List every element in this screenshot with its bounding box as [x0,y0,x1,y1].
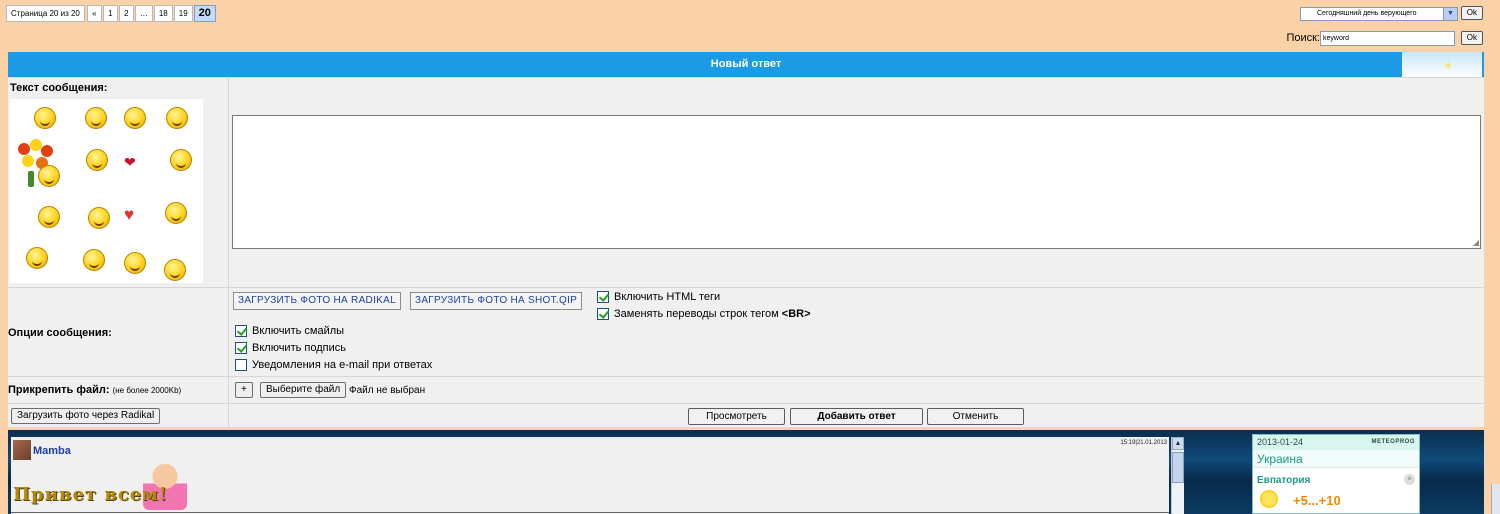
day-ok-button[interactable]: Ok [1460,6,1483,20]
upload-via-radikal-button[interactable]: Загрузить фото через Radikal [11,408,161,424]
search-label: Поиск: [1286,32,1320,44]
heart-icon[interactable]: ♥ [124,206,134,223]
search-input[interactable] [1320,31,1455,46]
scroll-up-icon[interactable]: ▲ [1172,437,1184,450]
smiley-icon[interactable] [170,149,192,171]
pagination-page[interactable]: 18 [153,5,173,22]
pagination-info: Страница 20 из 20 [6,5,85,22]
replace-breaks-label: Заменять переводы строк тегом [614,308,782,320]
upload-shotqip-button[interactable]: ЗАГРУЗИТЬ ФОТО НА SHOT.QIP [410,292,583,310]
sun-icon [1260,490,1278,508]
enable-signature-option[interactable]: Включить подпись [235,342,346,354]
enable-signature-checkbox[interactable] [235,342,247,354]
pagination-page[interactable]: 1 [102,5,118,22]
upload-radikal-button[interactable]: ЗАГРУЗИТЬ ФОТО НА RADIKAL [233,292,401,310]
email-notify-checkbox[interactable] [235,359,247,371]
scroll-thumb[interactable] [1172,452,1184,483]
smiley-icon[interactable] [26,247,48,269]
post-timestamp: 15:19|21.01.2013 [1120,440,1167,446]
pagination-page[interactable]: 19 [173,5,193,22]
header-decoration: ✦ [1402,52,1482,77]
enable-signature-label: Включить подпись [252,342,346,354]
weather-header: 2013-01-24 METEOPROG [1253,435,1419,450]
email-notify-label: Уведомления на e-mail при ответах [252,359,433,371]
post-scrollbar[interactable]: ▲ [1171,437,1184,514]
enable-html-label: Включить HTML теги [614,291,721,303]
attach-note: (не более 2000Kb) [112,386,182,395]
avatar[interactable] [13,440,31,460]
post-divider [11,512,1169,513]
pagination-first[interactable]: « [86,5,102,22]
smiley-icon[interactable] [34,107,56,129]
options-label-col: Опции сообщения: [8,288,229,376]
attach-label-col: Прикрепить файл: (не более 2000Kb) [8,377,229,403]
br-tag-text: <BR> [781,308,811,320]
page-scrollbar[interactable] [1491,484,1500,514]
smiley-icon[interactable] [165,202,187,224]
weather-brand[interactable]: METEOPROG [1371,435,1415,450]
preview-button[interactable]: Просмотреть [688,408,785,425]
form-header: Новый ответ ✦ [8,52,1484,77]
smiley-icon[interactable] [166,107,188,129]
search-ok-button[interactable]: Ok [1460,31,1483,45]
smiley-icon[interactable] [83,249,105,271]
sparkle-icon: ✦ [1444,61,1453,72]
weather-widget: 2013-01-24 METEOPROG Украина Евпатория ×… [1252,434,1420,514]
pagination-ellipsis: … [134,5,153,22]
weather-city: Евпатория [1257,475,1311,486]
enable-smilies-option[interactable]: Включить смайлы [235,325,344,337]
enable-smilies-label: Включить смайлы [252,325,345,337]
bouquet-icon[interactable] [14,139,60,191]
add-file-button[interactable]: + [235,382,253,398]
enable-html-option[interactable]: Включить HTML теги [597,291,720,303]
smiley-icon[interactable] [38,206,60,228]
resize-grip-icon[interactable]: ◢ [1473,239,1479,247]
attach-label: Прикрепить файл: [8,384,110,396]
day-select[interactable]: Сегодняшний день верующего ▼ [1300,7,1458,21]
day-select-value: Сегодняшний день верующего [1317,10,1417,17]
no-file-text: Файл не выбран [349,385,426,396]
smiley-icon[interactable] [164,259,186,281]
post-author-link[interactable]: Mamba [33,445,71,457]
submit-reply-button[interactable]: Добавить ответ [790,408,923,425]
replace-breaks-option[interactable]: Заменять переводы строк тегом <BR> [597,308,811,320]
weather-date: 2013-01-24 [1257,437,1304,447]
form-title: Новый ответ [710,58,782,70]
pagination-current-page: 20 [193,5,216,22]
smiley-icon[interactable] [124,252,146,274]
weather-country: Украина [1253,450,1419,468]
message-row: Текст сообщения: ❤ ♥ ◢ [8,77,1484,287]
replace-breaks-checkbox[interactable] [597,308,609,320]
options-row: Опции сообщения: ЗАГРУЗИТЬ ФОТО НА RADIK… [8,287,1484,376]
weather-temperature: +5...+10 [1293,493,1341,508]
pagination-page[interactable]: 2 [118,5,134,22]
greeting-image-text: Привет всем! [13,484,168,505]
pagination: Страница 20 из 20 « 1 2 … 18 19 20 [6,5,217,22]
close-icon[interactable]: × [1404,474,1415,485]
post: Mamba 15:19|21.01.2013 Привет всем! [11,437,1169,514]
attach-label-wrap: Прикрепить файл: (не более 2000Kb) [8,384,181,396]
smiley-icon[interactable] [85,107,107,129]
message-textarea[interactable]: ◢ [232,115,1481,249]
message-label-col: Текст сообщения: ❤ ♥ [8,78,229,287]
cancel-button[interactable]: Отменить [927,408,1024,425]
actions-label-col: Загрузить фото через Radikal [8,404,229,427]
chevron-down-icon[interactable]: ▼ [1443,8,1457,20]
smiley-icon[interactable] [124,107,146,129]
post-area: Mamba 15:19|21.01.2013 Привет всем! ▲ 20… [8,430,1484,514]
enable-smilies-checkbox[interactable] [235,325,247,337]
email-notify-option[interactable]: Уведомления на e-mail при ответах [235,359,432,371]
choose-file-button[interactable]: Выберите файл [260,382,347,398]
reply-form: Новый ответ ✦ Текст сообщения: ❤ ♥ ◢ Опц… [8,52,1484,427]
smiley-icon[interactable] [88,207,110,229]
enable-html-checkbox[interactable] [597,291,609,303]
smiley-panel: ❤ ♥ [10,99,203,283]
options-label: Опции сообщения: [8,327,112,339]
smiley-icon[interactable] [86,149,108,171]
attach-row: Прикрепить файл: (не более 2000Kb) + Выб… [8,376,1484,403]
lips-icon[interactable]: ❤ [124,155,136,169]
message-label: Текст сообщения: [10,82,108,94]
actions-row: Загрузить фото через Radikal Просмотреть… [8,403,1484,427]
